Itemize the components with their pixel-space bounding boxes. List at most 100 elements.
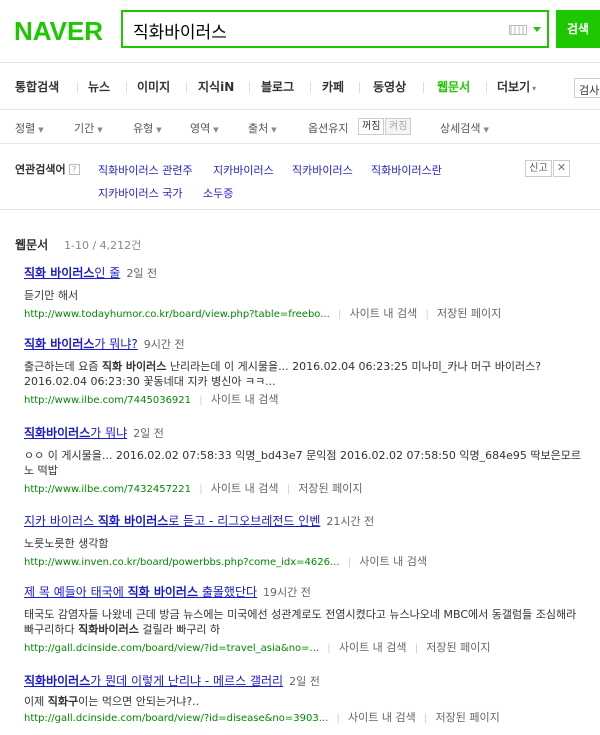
separator: | [327, 643, 331, 654]
result-description: ㅇㅇ 이 게시물을... 2016.02.02 07:58:33 익명_bd43… [24, 449, 581, 477]
tab-divider [359, 82, 360, 93]
keyboard-icon[interactable] [509, 25, 527, 35]
result-title[interactable]: 직화바이러스가 뭐냐 [24, 426, 127, 440]
site-search-link[interactable]: 사이트 내 검색 [359, 555, 427, 568]
option-detail[interactable]: 상세검색 ▼ [440, 120, 489, 136]
result-url-line: http://gall.dcinside.com/board/view/?id=… [24, 641, 584, 656]
tab-search-input[interactable]: 검사 [574, 78, 600, 98]
tab-divider [186, 82, 187, 93]
result-url-line: http://www.ilbe.com/7432457221 | 사이트 내 검… [24, 482, 584, 497]
tab-news[interactable]: 뉴스 [88, 63, 110, 111]
close-icon[interactable]: ✕ [553, 160, 570, 177]
help-icon[interactable]: ? [68, 164, 80, 175]
separator: | [347, 557, 352, 568]
result-description: 노릇노릇한 생각함 [24, 537, 109, 550]
option-period[interactable]: 기간 ▼ [74, 120, 103, 136]
related-link[interactable]: 소두증 [203, 185, 233, 201]
site-search-link[interactable]: 사이트 내 검색 [211, 482, 279, 495]
result-time: 21시간 전 [326, 515, 375, 528]
result-url[interactable]: http://gall.dcinside.com/board/view/?id=… [24, 713, 328, 724]
related-title-label: 연관검색어 [15, 163, 66, 176]
search-input[interactable] [133, 18, 493, 42]
related-link[interactable]: 직화바이러스란 [371, 162, 442, 178]
result-url[interactable]: http://www.todayhumor.co.kr/board/view.p… [24, 309, 330, 320]
report-button[interactable]: 신고 [525, 160, 552, 177]
tab-blog[interactable]: 블로그 [261, 63, 294, 111]
site-search-link[interactable]: 사이트 내 검색 [348, 711, 416, 724]
result-time: 2일 전 [289, 675, 320, 688]
result-time: 2일 전 [126, 267, 158, 280]
option-keep-off-toggle[interactable]: 꺼짐 [358, 118, 385, 135]
result-title[interactable]: 직화 바이러스가 뭐냐? [24, 337, 138, 351]
search-result: 직화바이러스가 뭐냐 2일 전 ㅇㅇ 이 게시물을... 2016.02.02 0… [24, 425, 584, 497]
cached-page-link[interactable]: 저장된 페이지 [298, 482, 362, 495]
caret-down-icon: ▼ [271, 126, 277, 134]
search-button[interactable]: 검색 [556, 10, 600, 48]
result-url[interactable]: http://www.ilbe.com/7445036921 [24, 395, 191, 406]
result-title[interactable]: 직화 바이러스인 줄 [24, 266, 120, 280]
tab-more-label: 더보기 [497, 80, 531, 94]
cached-page-link[interactable]: 저장된 페이지 [426, 641, 490, 654]
option-keep-on-toggle[interactable]: 켜짐 [385, 118, 412, 135]
autocomplete-dropdown-icon[interactable] [533, 27, 541, 32]
result-description: 듣기만 해서 [24, 289, 79, 302]
tab-integrated[interactable]: 통합검색 [15, 63, 59, 111]
separator: | [414, 643, 419, 654]
tab-divider [126, 82, 127, 93]
related-link[interactable]: 직화바이러스 관련주 [98, 162, 193, 178]
separator: | [199, 484, 203, 495]
tab-cafe[interactable]: 카페 [322, 63, 344, 111]
result-title[interactable]: 직화바이러스가 뭔데 이렇게 난리냐 - 메르스 갤러리 [24, 674, 283, 688]
result-url-line: http://www.ilbe.com/7445036921 | 사이트 내 검… [24, 393, 584, 408]
result-url[interactable]: http://www.ilbe.com/7432457221 [24, 484, 191, 495]
naver-logo[interactable]: NAVER [14, 16, 103, 47]
search-result: 직화바이러스가 뭔데 이렇게 난리냐 - 메르스 갤러리 2일 전 이제 직화구이… [24, 673, 584, 726]
cached-page-link[interactable]: 저장된 페이지 [437, 307, 501, 320]
result-url[interactable]: http://gall.dcinside.com/board/view/?id=… [24, 643, 319, 654]
related-link[interactable]: 직카바이러스 [292, 162, 353, 178]
search-result: 직화 바이러스인 줄 2일 전 듣기만 해서 http://www.todayhu… [24, 265, 584, 322]
result-title-line: 직화 바이러스가 뭐냐? 9시간 전 [24, 336, 584, 352]
tab-kin[interactable]: 지식iN [198, 63, 234, 111]
site-search-link[interactable]: 사이트 내 검색 [350, 307, 418, 320]
result-description: 출근하는데 요즘 직화 바이러스 난리라는데 이 게시물을... 2016.02… [24, 360, 542, 388]
result-title-line: 지카 바이러스 직화 바이러스로 듣고 - 리그오브레전드 인벤 21시간 전 [24, 513, 584, 529]
caret-down-icon: ▼ [97, 126, 103, 134]
result-time: 19시간 전 [263, 586, 311, 599]
site-search-link[interactable]: 사이트 내 검색 [339, 641, 407, 654]
option-area[interactable]: 영역 ▼ [190, 120, 219, 136]
tab-more[interactable]: 더보기 ▾ [497, 63, 536, 111]
option-type[interactable]: 유형 ▼ [133, 120, 162, 136]
cached-page-link[interactable]: 저장된 페이지 [435, 711, 499, 724]
result-time: 2일 전 [133, 427, 164, 440]
search-result: 직화 바이러스가 뭐냐? 9시간 전 출근하는데 요즘 직화 바이러스 난리라는데… [24, 336, 584, 408]
separator: | [423, 713, 428, 724]
related-link[interactable]: 지카바이러스 [213, 162, 274, 178]
option-detail-label: 상세검색 [440, 122, 481, 135]
section-title: 웹문서 [15, 238, 49, 252]
separator: | [425, 309, 429, 320]
search-tabs: 통합검색 뉴스 이미지 지식iN 블로그 카페 동영상 웹문서 더보기 ▾ 검사 [0, 62, 600, 110]
option-sort[interactable]: 정렬 ▼ [15, 120, 44, 136]
separator: | [199, 395, 203, 406]
separator: | [286, 484, 291, 495]
related-link[interactable]: 지카바이러스 국가 [98, 185, 182, 201]
tab-images[interactable]: 이미지 [137, 63, 170, 111]
result-time: 9시간 전 [143, 338, 185, 351]
search-result: 제 목 예들아 태국에 직화 바이러스 출몰했단다 19시간 전 태국도 감염자들… [24, 584, 584, 656]
tab-divider [310, 82, 311, 93]
caret-down-icon: ▼ [38, 126, 44, 134]
result-url-line: http://gall.dcinside.com/board/view/?id=… [24, 711, 584, 726]
search-box [121, 10, 549, 48]
tab-video[interactable]: 동영상 [373, 63, 406, 111]
option-period-label: 기간 [74, 122, 95, 135]
tab-webdocs[interactable]: 웹문서 [437, 63, 470, 111]
result-title[interactable]: 지카 바이러스 직화 바이러스로 듣고 - 리그오브레전드 인벤 [24, 514, 320, 528]
option-source[interactable]: 출처 ▼ [248, 120, 277, 136]
result-title[interactable]: 제 목 예들아 태국에 직화 바이러스 출몰했단다 [24, 585, 257, 599]
result-title-line: 직화바이러스가 뭔데 이렇게 난리냐 - 메르스 갤러리 2일 전 [24, 673, 584, 689]
tab-divider [249, 82, 250, 93]
site-search-link[interactable]: 사이트 내 검색 [211, 393, 279, 406]
result-title-line: 직화 바이러스인 줄 2일 전 [24, 265, 584, 281]
result-url[interactable]: http://www.inven.co.kr/board/powerbbs.ph… [24, 557, 340, 568]
